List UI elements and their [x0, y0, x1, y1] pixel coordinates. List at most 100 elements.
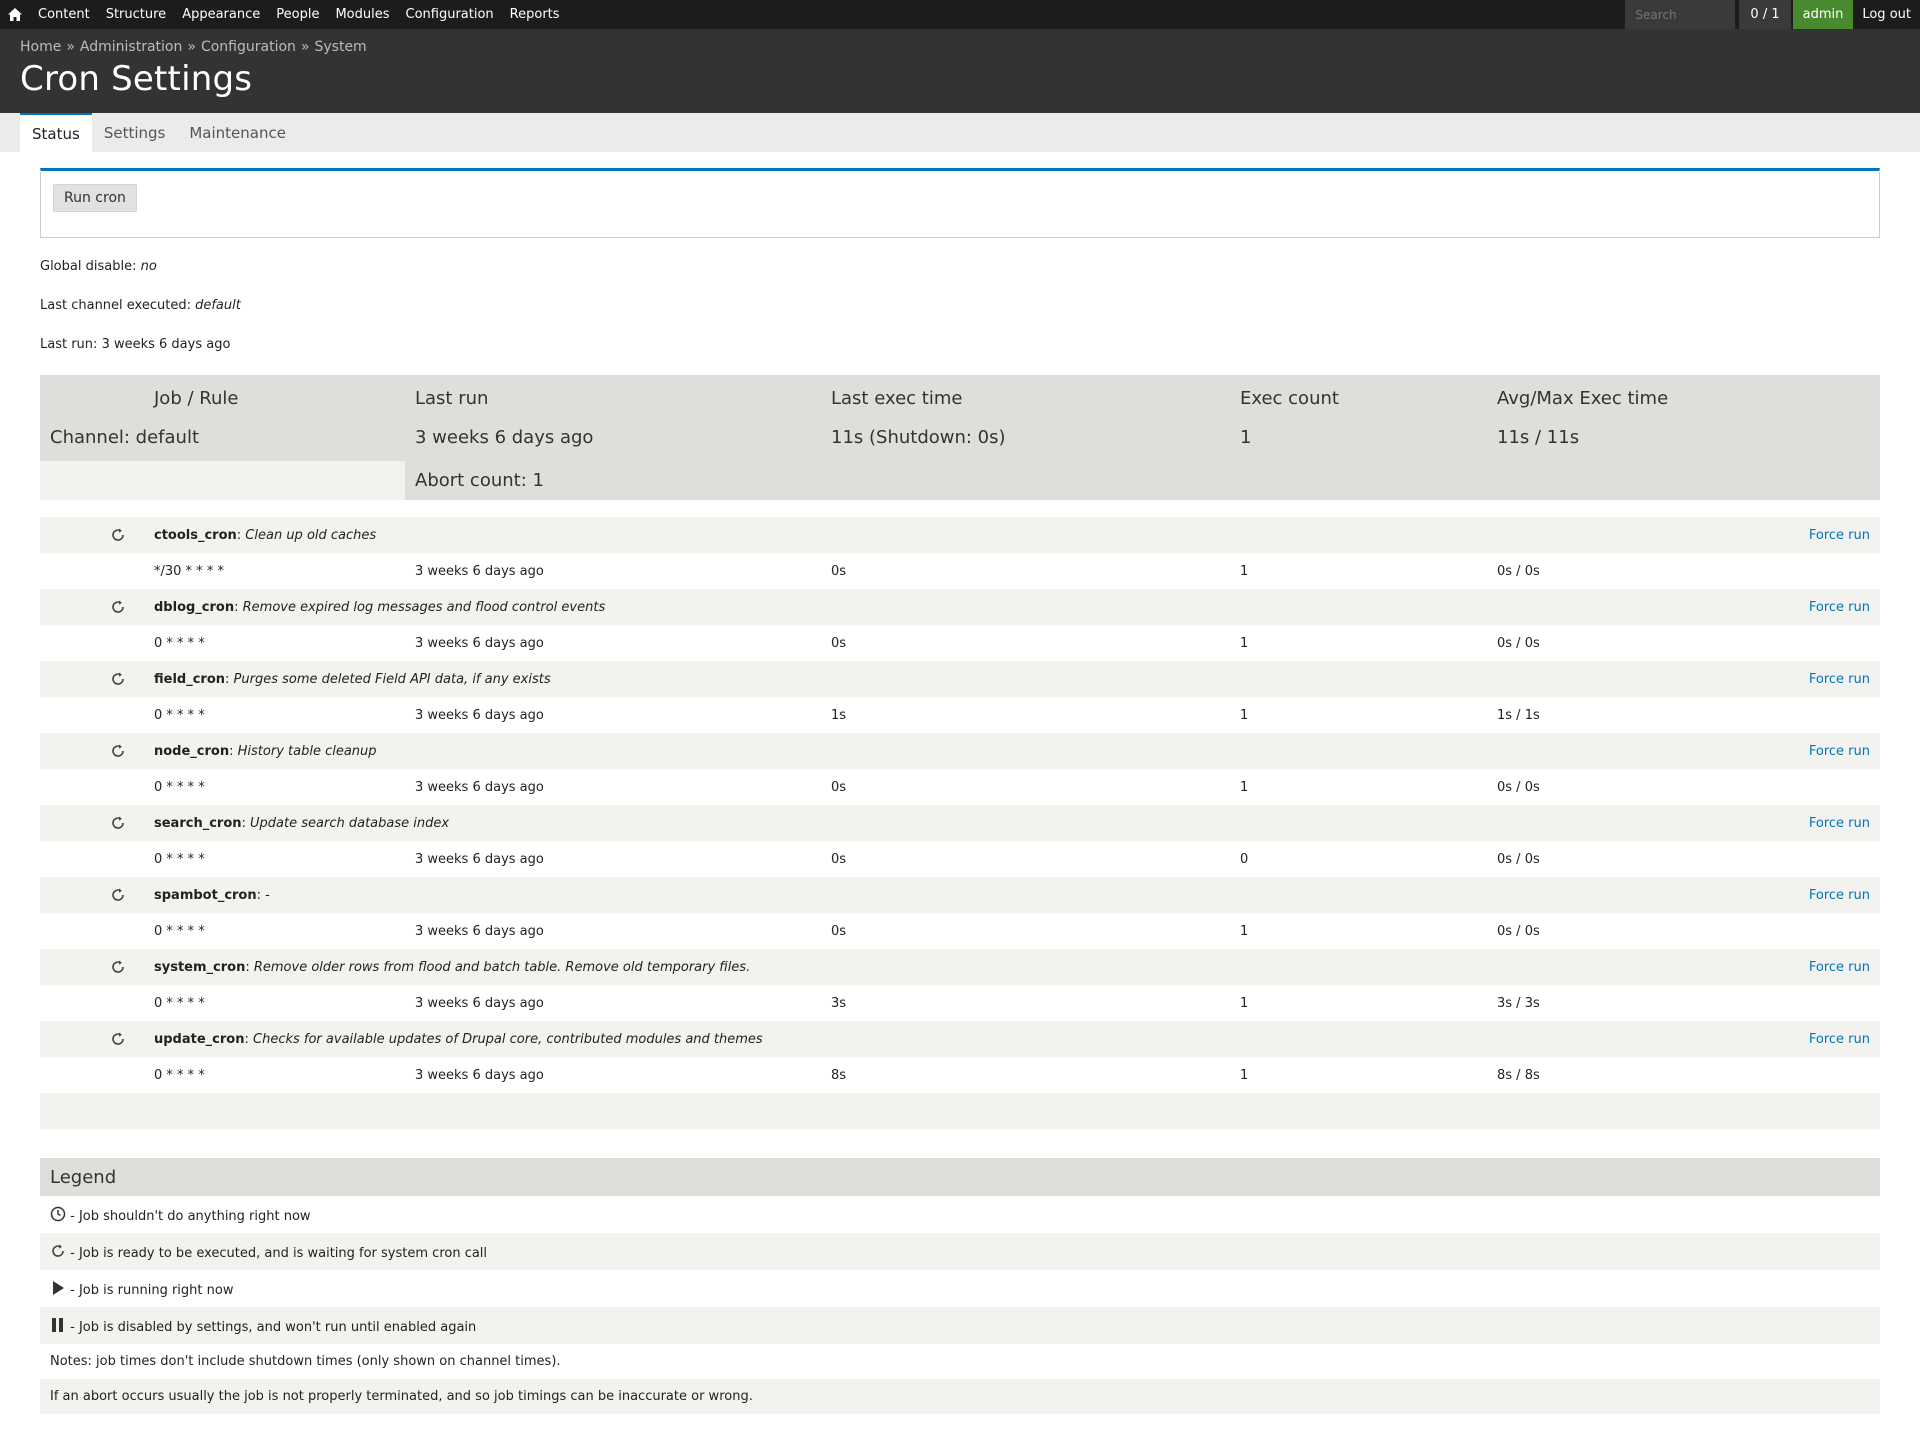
job-exec-time: 0s	[821, 553, 1230, 589]
rule-empty	[1737, 985, 1880, 1021]
job-last-run: 3 weeks 6 days ago	[405, 697, 821, 733]
tabs: Status Settings Maintenance	[0, 113, 1920, 152]
rule-empty	[40, 625, 144, 661]
abort-blank	[40, 461, 405, 500]
job-action-cell: Force run	[1737, 1021, 1880, 1057]
run-cron-button[interactable]: Run cron	[53, 184, 137, 212]
job-exec-count: 1	[1230, 985, 1487, 1021]
job-action-cell: Force run	[1737, 517, 1880, 553]
menu-item-people[interactable]: People	[268, 7, 327, 22]
rule-empty	[1737, 769, 1880, 805]
force-run-link[interactable]: Force run	[1809, 960, 1870, 975]
channel-avg-max: 11s / 11s	[1487, 413, 1737, 461]
legend-item-text: - Job is disabled by settings, and won't…	[70, 1319, 477, 1335]
job-rule: 0 * * * *	[144, 913, 405, 949]
logout-link[interactable]: Log out	[1853, 0, 1920, 29]
channel-exec-count: 1	[1230, 413, 1487, 461]
breadcrumb-home[interactable]: Home	[20, 39, 61, 55]
job-exec-count: 1	[1230, 553, 1487, 589]
force-run-link[interactable]: Force run	[1809, 816, 1870, 831]
rule-empty	[1737, 553, 1880, 589]
breadcrumb-system[interactable]: System	[314, 39, 366, 55]
job-name: spambot_cron	[154, 887, 257, 903]
force-run-link[interactable]: Force run	[1809, 1032, 1870, 1047]
force-run-link[interactable]: Force run	[1809, 744, 1870, 759]
channel-label: Channel: default	[40, 413, 405, 461]
admin-toolbar: Content Structure Appearance People Modules C…	[0, 0, 1920, 29]
menu-item-configuration[interactable]: Configuration	[398, 7, 502, 22]
legend-note-text: If an abort occurs usually the job is no…	[40, 1379, 1880, 1414]
job-rule: 0 * * * *	[144, 985, 405, 1021]
force-run-link[interactable]: Force run	[1809, 600, 1870, 615]
channel-abort-count: Abort count: 1	[405, 461, 1880, 500]
legend-note-text: Notes: job times don't include shutdown …	[40, 1344, 1880, 1379]
rule-empty	[1737, 1057, 1880, 1093]
legend-item-text: - Job is ready to be executed, and is wa…	[70, 1245, 488, 1261]
menu-item-modules[interactable]: Modules	[327, 7, 397, 22]
page-title: Cron Settings	[20, 59, 253, 99]
job-row: system_cron: Remove older rows from floo…	[40, 949, 1880, 985]
play-icon	[50, 1280, 66, 1298]
job-exec-time: 0s	[821, 913, 1230, 949]
job-rule-row: 0 * * * * 3 weeks 6 days ago 3s 1 3s / 3s	[40, 985, 1880, 1021]
legend-item-cell: - Job is ready to be executed, and is wa…	[40, 1233, 1880, 1270]
job-exec-time: 8s	[821, 1057, 1230, 1093]
force-run-link[interactable]: Force run	[1809, 888, 1870, 903]
job-action-cell: Force run	[1737, 733, 1880, 769]
job-status-cell	[40, 517, 144, 553]
cron-jobs-table: Job / Rule Last run Last exec time Exec …	[40, 375, 1880, 1129]
job-name: system_cron	[154, 959, 246, 975]
force-run-link[interactable]: Force run	[1809, 528, 1870, 543]
job-rule-row: 0 * * * * 3 weeks 6 days ago 1s 1 1s / 1s	[40, 697, 1880, 733]
legend-item-cell: - Job shouldn't do anything right now	[40, 1196, 1880, 1233]
legend-note: If an abort occurs usually the job is no…	[40, 1379, 1880, 1414]
tab-settings[interactable]: Settings	[92, 113, 178, 152]
force-run-link[interactable]: Force run	[1809, 672, 1870, 687]
job-exec-time: 1s	[821, 697, 1230, 733]
tab-maintenance[interactable]: Maintenance	[177, 113, 298, 152]
job-description: Purges some deleted Field API data, if a…	[233, 671, 551, 687]
job-description: Remove expired log messages and flood co…	[242, 599, 606, 615]
rule-empty	[1737, 625, 1880, 661]
job-row: node_cron: History table cleanup Force ru…	[40, 733, 1880, 769]
job-rule: 0 * * * *	[144, 841, 405, 877]
rule-empty	[40, 769, 144, 805]
job-rule-row: */30 * * * * 3 weeks 6 days ago 0s 1 0s / 0s	[40, 553, 1880, 589]
menu-item-reports[interactable]: Reports	[502, 7, 568, 22]
channel-row: Channel: default 3 weeks 6 days ago 11s …	[40, 413, 1880, 461]
breadcrumb-separator: »	[66, 39, 75, 55]
job-row: update_cron: Checks for available update…	[40, 1021, 1880, 1057]
global-disable-value: no	[140, 259, 157, 274]
search-input[interactable]	[1625, 0, 1736, 29]
job-name-cell: update_cron: Checks for available update…	[144, 1021, 1737, 1057]
job-exec-time: 0s	[821, 769, 1230, 805]
rule-empty	[40, 1057, 144, 1093]
job-last-run: 3 weeks 6 days ago	[405, 625, 821, 661]
rule-empty	[1737, 913, 1880, 949]
menu-item-content[interactable]: Content	[30, 7, 98, 22]
job-status-cell	[40, 589, 144, 625]
channel-exec-time: 11s (Shutdown: 0s)	[821, 413, 1230, 461]
job-avg-max: 0s / 0s	[1487, 769, 1737, 805]
job-exec-count: 1	[1230, 769, 1487, 805]
home-icon[interactable]	[0, 0, 30, 29]
menu-item-appearance[interactable]: Appearance	[174, 7, 268, 22]
rule-empty	[40, 985, 144, 1021]
job-name-cell: spambot_cron: -	[144, 877, 1737, 913]
user-link[interactable]: admin	[1792, 0, 1854, 29]
job-status-cell	[40, 1021, 144, 1057]
job-status-cell	[40, 949, 144, 985]
job-avg-max: 1s / 1s	[1487, 697, 1737, 733]
breadcrumb-administration[interactable]: Administration	[80, 39, 182, 55]
job-name-cell: node_cron: History table cleanup	[144, 733, 1737, 769]
shortcut-counter[interactable]: 0 / 1	[1739, 0, 1791, 29]
last-channel-value: default	[195, 298, 241, 313]
job-last-run: 3 weeks 6 days ago	[405, 1057, 821, 1093]
main-content: Run cron Global disable: no Last channel…	[0, 152, 1920, 1414]
job-row: spambot_cron: - Force run	[40, 877, 1880, 913]
legend-item: - Job is disabled by settings, and won't…	[40, 1307, 1880, 1344]
menu-item-structure[interactable]: Structure	[98, 7, 174, 22]
breadcrumb-configuration[interactable]: Configuration	[201, 39, 296, 55]
tab-status[interactable]: Status	[20, 113, 92, 152]
job-action-cell: Force run	[1737, 661, 1880, 697]
